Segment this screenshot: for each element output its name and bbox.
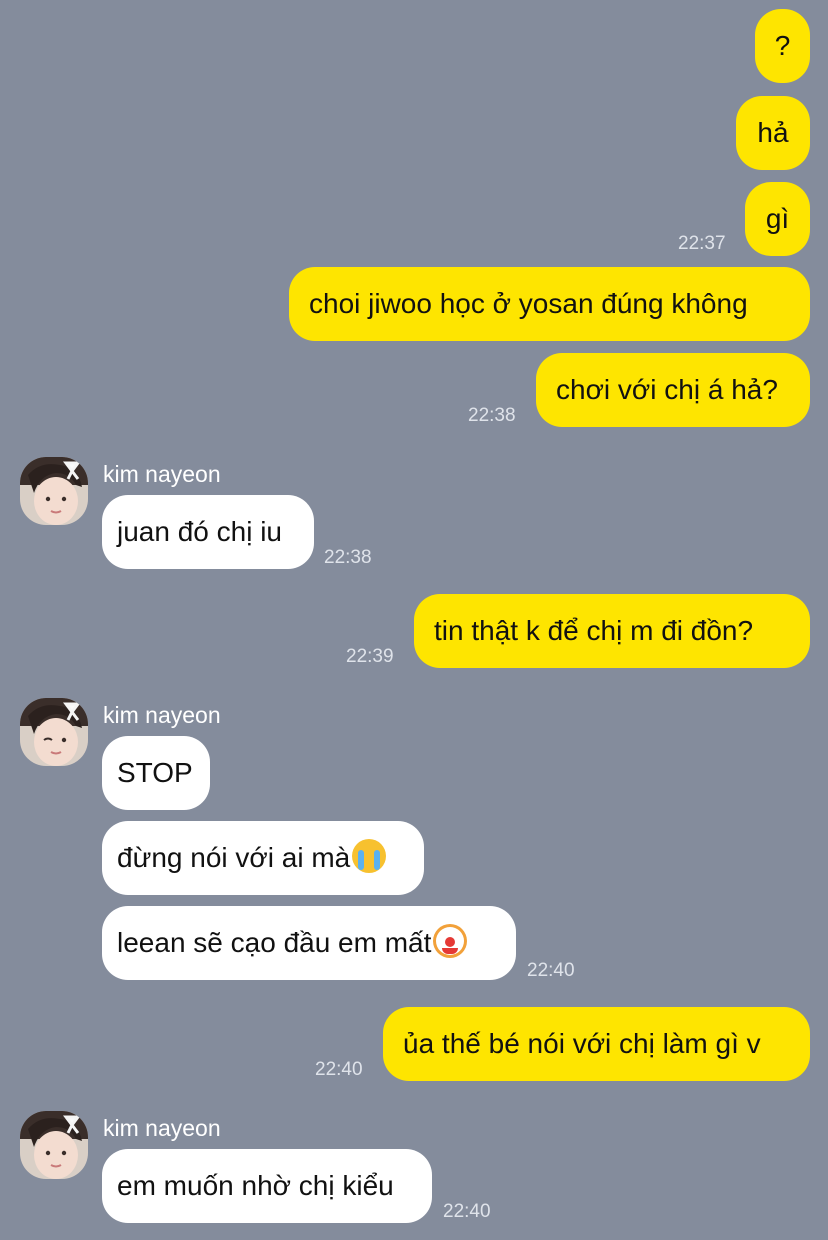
- outgoing-message[interactable]: ?: [755, 9, 810, 83]
- message-timestamp: 22:40: [315, 1059, 363, 1080]
- message-timestamp: 22:39: [346, 646, 394, 667]
- incoming-message[interactable]: đừng nói với ai mà: [102, 821, 424, 895]
- sender-name: kim nayeon: [103, 1115, 221, 1141]
- message-timestamp: 22:40: [527, 960, 575, 981]
- outgoing-message[interactable]: tin thật k để chị m đi đồn?: [414, 594, 810, 668]
- incoming-message[interactable]: em muốn nhờ chị kiểu: [102, 1149, 432, 1223]
- message-timestamp: 22:38: [324, 547, 372, 568]
- outgoing-message[interactable]: chơi với chị á hả?: [536, 353, 810, 427]
- avatar[interactable]: [20, 698, 88, 766]
- message-timestamp: 22:37: [678, 233, 726, 254]
- message-timestamp: 22:38: [468, 405, 516, 426]
- incoming-message[interactable]: STOP: [102, 736, 210, 810]
- clown-face-icon: [433, 924, 468, 958]
- outgoing-message[interactable]: ủa thế bé nói với chị làm gì v: [383, 1007, 810, 1081]
- message-timestamp: 22:40: [443, 1201, 491, 1222]
- outgoing-message[interactable]: choi jiwoo học ở yosan đúng không: [289, 267, 810, 341]
- message-text: leean sẽ cạo đầu em mất: [117, 927, 432, 958]
- sender-name: kim nayeon: [103, 461, 221, 487]
- outgoing-message[interactable]: hả: [736, 96, 810, 170]
- incoming-message[interactable]: leean sẽ cạo đầu em mất: [102, 906, 516, 980]
- avatar[interactable]: [20, 1111, 88, 1179]
- outgoing-message[interactable]: gì: [745, 182, 810, 256]
- sender-name: kim nayeon: [103, 702, 221, 728]
- avatar[interactable]: [20, 457, 88, 525]
- message-text: đừng nói với ai mà: [117, 842, 351, 873]
- incoming-message[interactable]: juan đó chị iu: [102, 495, 314, 569]
- loudly-crying-face-icon: [352, 839, 387, 873]
